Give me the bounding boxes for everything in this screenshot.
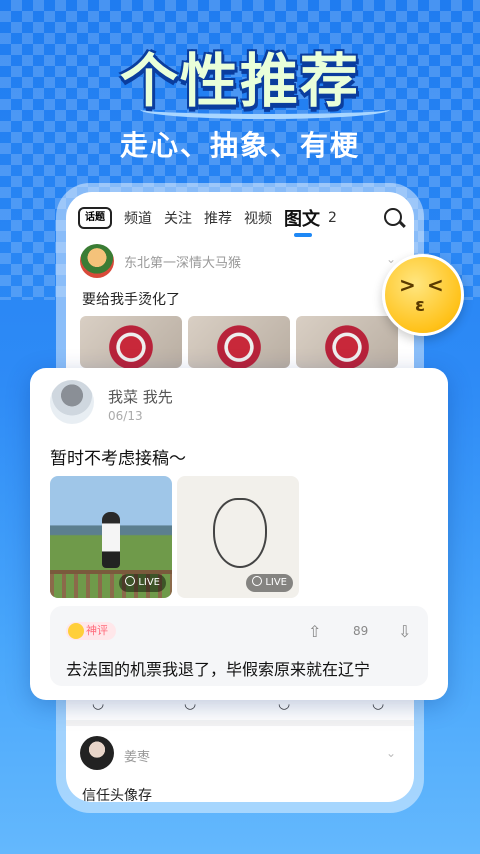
post-date: 06/13 [108, 409, 143, 423]
hero-subtitle: 走心、抽象、有梗 [119, 129, 360, 162]
post-image[interactable] [188, 316, 290, 368]
tab-channels[interactable]: 频道 [124, 208, 152, 228]
downvote-icon[interactable]: ⇩ [398, 622, 411, 641]
vote-count: 89 [353, 624, 369, 638]
chevron-down-icon[interactable]: ⌄ [386, 746, 396, 760]
live-badge: LIVE [246, 574, 293, 592]
tab-recommend[interactable]: 推荐 [204, 208, 232, 228]
avatar[interactable] [50, 380, 94, 424]
post-author[interactable]: 姜枣 [124, 746, 150, 765]
top-nav: 话题 频道 关注 推荐 视频 图文 2 [66, 198, 414, 238]
tab-video[interactable]: 视频 [244, 208, 272, 228]
post-author[interactable]: 我菜 我先 [108, 386, 173, 407]
post-image[interactable]: LIVE [50, 476, 172, 598]
post-text: 信任头像存 [82, 788, 152, 802]
person-figure [102, 512, 120, 568]
title-underline-decoration [140, 100, 390, 119]
avatar[interactable] [80, 736, 114, 770]
post-image[interactable] [296, 316, 398, 368]
post-image[interactable] [80, 316, 182, 368]
upvote-icon[interactable]: ⇧ [308, 622, 321, 641]
live-icon [125, 576, 136, 586]
live-badge: LIVE [119, 574, 166, 592]
tab-image-text[interactable]: 图文 [284, 205, 320, 237]
laughing-emoji-icon: > < ε [382, 254, 464, 336]
post-text: 暂时不考虑接稿～ [50, 449, 186, 469]
topic-icon[interactable]: 话题 [78, 207, 112, 229]
featured-post-card[interactable]: 我菜 我先 06/13 暂时不考虑接稿～ LIVE LIVE 神评 ⇧ 89 ⇩… [30, 368, 448, 700]
live-icon [252, 576, 263, 586]
avatar[interactable] [80, 244, 114, 278]
post-image[interactable]: LIVE [177, 476, 299, 598]
hot-comment[interactable]: 神评 ⇧ 89 ⇩ 去法国的机票我退了，毕假索原来就在辽宁 [50, 606, 428, 686]
comment-text: 去法国的机票我退了，毕假索原来就在辽宁 [66, 660, 371, 679]
smile-icon [68, 623, 84, 639]
tab-following[interactable]: 关注 [164, 208, 192, 228]
hot-comment-badge: 神评 [66, 622, 116, 640]
sketch-figure [213, 498, 267, 568]
feed-divider [66, 720, 414, 726]
post-author[interactable]: 东北第一深情大马猴 [124, 252, 241, 271]
tab-more[interactable]: 2 [328, 210, 337, 226]
search-icon[interactable] [384, 208, 402, 226]
post-text: 要给我手烫化了 [82, 292, 180, 308]
